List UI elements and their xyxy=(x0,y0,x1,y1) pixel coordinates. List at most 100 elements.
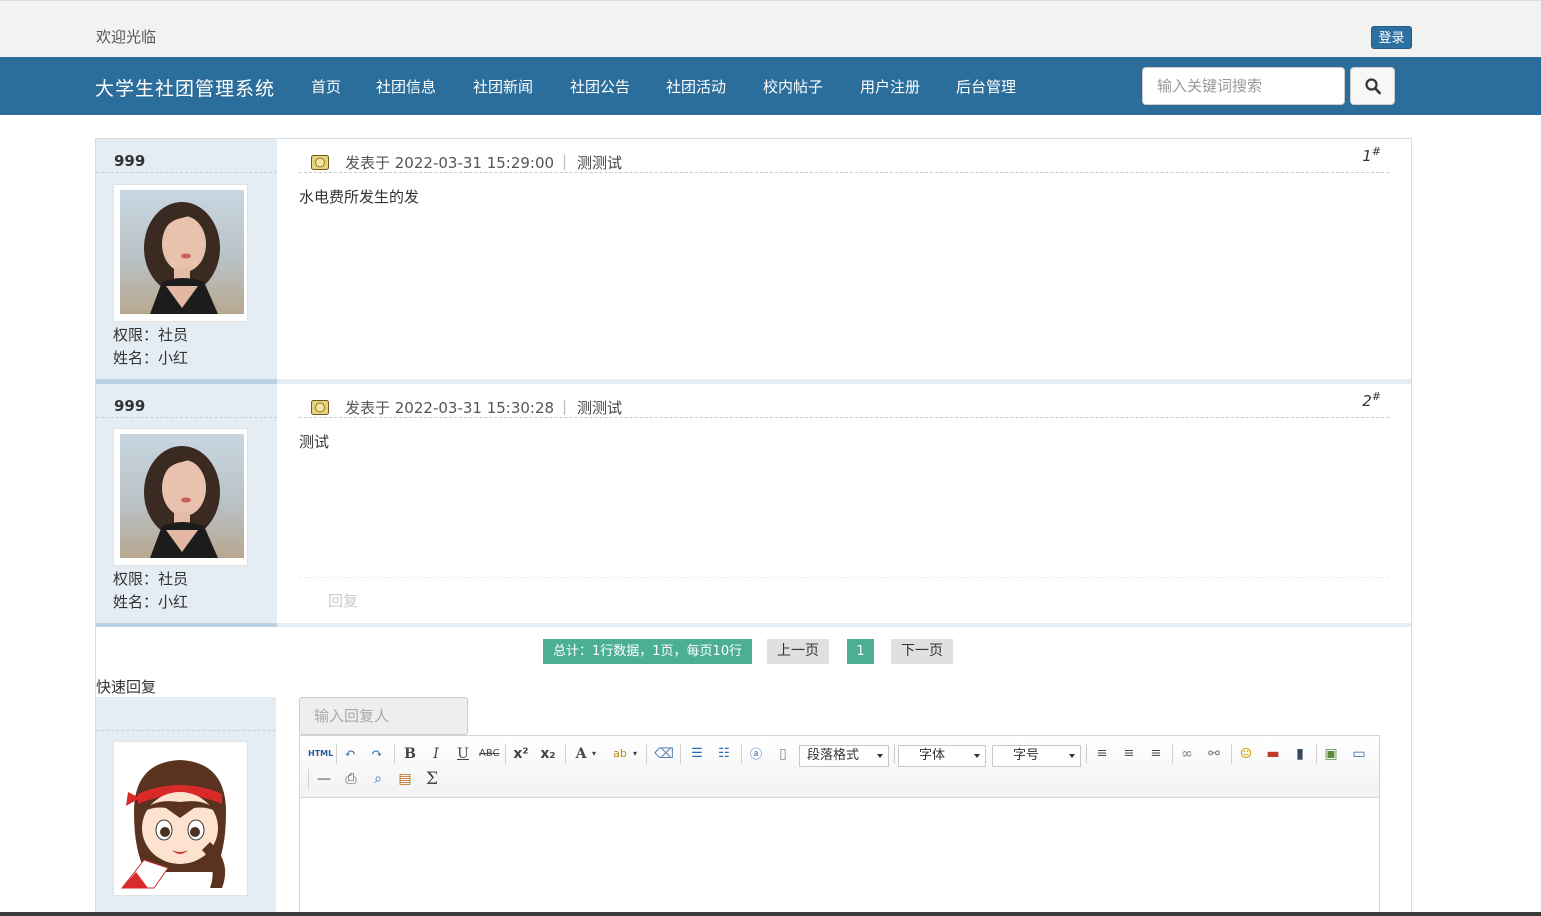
prev-page-button[interactable]: 上一页 xyxy=(767,639,829,664)
align-right-icon[interactable]: ≡ xyxy=(1146,744,1166,764)
post-author-panel: 999 权限：社员 姓名：小红 xyxy=(96,384,277,624)
nav-item-club-info[interactable]: 社团信息 xyxy=(376,76,436,97)
top-bar: 欢迎光临 登录 xyxy=(0,0,1541,57)
post-header: 发表于 2022-03-31 15:29:00 | 测测试 1# xyxy=(299,145,1389,173)
underline-icon[interactable]: U xyxy=(453,744,473,764)
subscript-icon[interactable]: x₂ xyxy=(538,744,558,764)
post-topic: 测测试 xyxy=(577,154,623,172)
font-size-select[interactable]: 字号 xyxy=(992,745,1081,767)
link-icon[interactable]: ∞ xyxy=(1177,744,1197,764)
nav-item-admin[interactable]: 后台管理 xyxy=(956,76,1016,97)
font-family-select[interactable]: 字体 xyxy=(898,745,986,767)
author-username: 999 xyxy=(114,152,146,170)
post-status-icon xyxy=(311,155,329,170)
divider xyxy=(96,730,276,731)
paste-icon[interactable]: ▤ xyxy=(395,769,415,789)
author-name: 姓名：小红 xyxy=(113,349,189,367)
editor-toolbar: HTML ↶ ↷ B I U ABC x² x₂ A ▾ ab ▾ ⌫ ☰ ☷ … xyxy=(300,736,1379,798)
post-author-panel: 999 权限：社员 姓名：小红 xyxy=(96,139,277,379)
chevron-down-icon[interactable]: ▾ xyxy=(589,744,599,764)
align-center-icon[interactable]: ≡ xyxy=(1119,744,1139,764)
font-color-icon[interactable]: A xyxy=(571,744,591,764)
separator: | xyxy=(562,152,568,170)
main-navbar: 大学生社团管理系统 首页 社团信息 社团新闻 社团公告 社团活动 校内帖子 用户… xyxy=(0,57,1541,115)
pagination: 总计：1行数据，1页，每页10行 上一页 1 下一页 xyxy=(96,639,1411,665)
post-timestamp: 发表于 2022-03-31 15:30:28 xyxy=(345,399,555,417)
preview-icon[interactable]: ▭ xyxy=(1349,744,1369,764)
bold-icon[interactable]: B xyxy=(400,744,420,764)
reply-author-input[interactable] xyxy=(299,697,468,735)
italic-icon[interactable]: I xyxy=(426,744,446,764)
page-icon[interactable]: ▯ xyxy=(773,744,793,764)
video-icon[interactable]: ▮ xyxy=(1290,744,1310,764)
post-item: 999 xyxy=(96,139,1411,379)
eraser-icon[interactable]: ⌫ xyxy=(654,744,674,764)
welcome-text: 欢迎光临 xyxy=(96,28,157,46)
post-timestamp: 发表于 2022-03-31 15:29:00 xyxy=(345,154,555,172)
next-page-button[interactable]: 下一页 xyxy=(891,639,953,664)
floor-number: 1# xyxy=(1362,145,1381,165)
cartoon-avatar-image xyxy=(120,760,226,889)
divider xyxy=(96,417,277,418)
avatar-photo xyxy=(120,190,244,314)
image-icon[interactable]: ▬ xyxy=(1263,744,1283,764)
search-input[interactable] xyxy=(1142,67,1345,105)
author-username: 999 xyxy=(114,397,146,415)
search-button[interactable] xyxy=(1350,67,1395,105)
author-name: 姓名：小红 xyxy=(113,593,189,611)
nav-item-club-news[interactable]: 社团新闻 xyxy=(473,76,533,97)
nav-item-home[interactable]: 首页 xyxy=(311,76,341,97)
horizontal-rule-icon[interactable]: — xyxy=(314,769,334,789)
post-item: 999 xyxy=(96,384,1411,624)
avatar xyxy=(113,741,248,896)
print-icon[interactable]: ⎙ xyxy=(341,769,361,789)
post-status-icon xyxy=(311,400,329,415)
undo-icon[interactable]: ↶ xyxy=(340,744,360,764)
align-left-icon[interactable]: ≡ xyxy=(1092,744,1112,764)
highlight-color-icon[interactable]: ab xyxy=(610,744,630,764)
post-divider xyxy=(96,623,1411,627)
html-source-icon[interactable]: HTML xyxy=(308,744,333,764)
reply-link[interactable]: 回复 xyxy=(328,590,358,611)
nav-item-club-activity[interactable]: 社团活动 xyxy=(666,76,726,97)
divider xyxy=(299,577,1389,578)
author-role: 权限：社员 xyxy=(113,326,189,344)
site-brand[interactable]: 大学生社团管理系统 xyxy=(95,74,275,101)
post-topic: 测测试 xyxy=(577,399,623,417)
avatar xyxy=(113,428,248,566)
rich-text-editor: HTML ↶ ↷ B I U ABC x² x₂ A ▾ ab ▾ ⌫ ☰ ☷ … xyxy=(299,735,1380,916)
nav-item-campus-posts[interactable]: 校内帖子 xyxy=(763,76,823,97)
paragraph-format-select[interactable]: 段落格式 xyxy=(799,745,889,767)
window-bottom-edge xyxy=(0,912,1541,916)
formula-icon[interactable]: Σ xyxy=(422,769,442,789)
strikethrough-icon[interactable]: ABC xyxy=(479,744,500,764)
nav-item-club-notice[interactable]: 社团公告 xyxy=(570,76,630,97)
ordered-list-icon[interactable]: ☰ xyxy=(687,744,707,764)
superscript-icon[interactable]: x² xyxy=(511,744,531,764)
post-content: 水电费所发生的发 xyxy=(299,188,420,206)
post-body: 发表于 2022-03-31 15:29:00 | 测测试 1# 水电费所发生的… xyxy=(277,139,1411,379)
avatar xyxy=(113,184,248,322)
floor-number: 2# xyxy=(1362,390,1381,410)
redo-icon[interactable]: ↷ xyxy=(367,744,387,764)
divider xyxy=(96,172,277,173)
pagination-summary: 总计：1行数据，1页，每页10行 xyxy=(543,639,753,664)
separator: | xyxy=(562,397,568,415)
post-header: 发表于 2022-03-31 15:30:28 | 测测试 2# xyxy=(299,390,1389,418)
search-icon xyxy=(1365,78,1381,95)
chevron-down-icon[interactable]: ▾ xyxy=(630,744,640,764)
anchor-icon[interactable]: ⓐ xyxy=(746,744,766,764)
page-number-current[interactable]: 1 xyxy=(847,639,874,664)
nav-item-register[interactable]: 用户注册 xyxy=(860,76,920,97)
search-replace-icon[interactable]: ⌕ xyxy=(368,769,388,789)
reply-author-panel xyxy=(96,697,276,916)
login-button[interactable]: 登录 xyxy=(1371,26,1412,49)
emoticon-icon[interactable]: ☺ xyxy=(1236,744,1256,764)
unlink-icon[interactable]: ⚯ xyxy=(1204,744,1224,764)
avatar-photo xyxy=(120,434,244,558)
quick-reply-title: 快速回复 xyxy=(96,678,157,696)
editor-content-area[interactable] xyxy=(300,799,1379,915)
insert-image-icon[interactable]: ▣ xyxy=(1321,744,1341,764)
post-content: 测试 xyxy=(299,433,330,451)
unordered-list-icon[interactable]: ☷ xyxy=(714,744,734,764)
